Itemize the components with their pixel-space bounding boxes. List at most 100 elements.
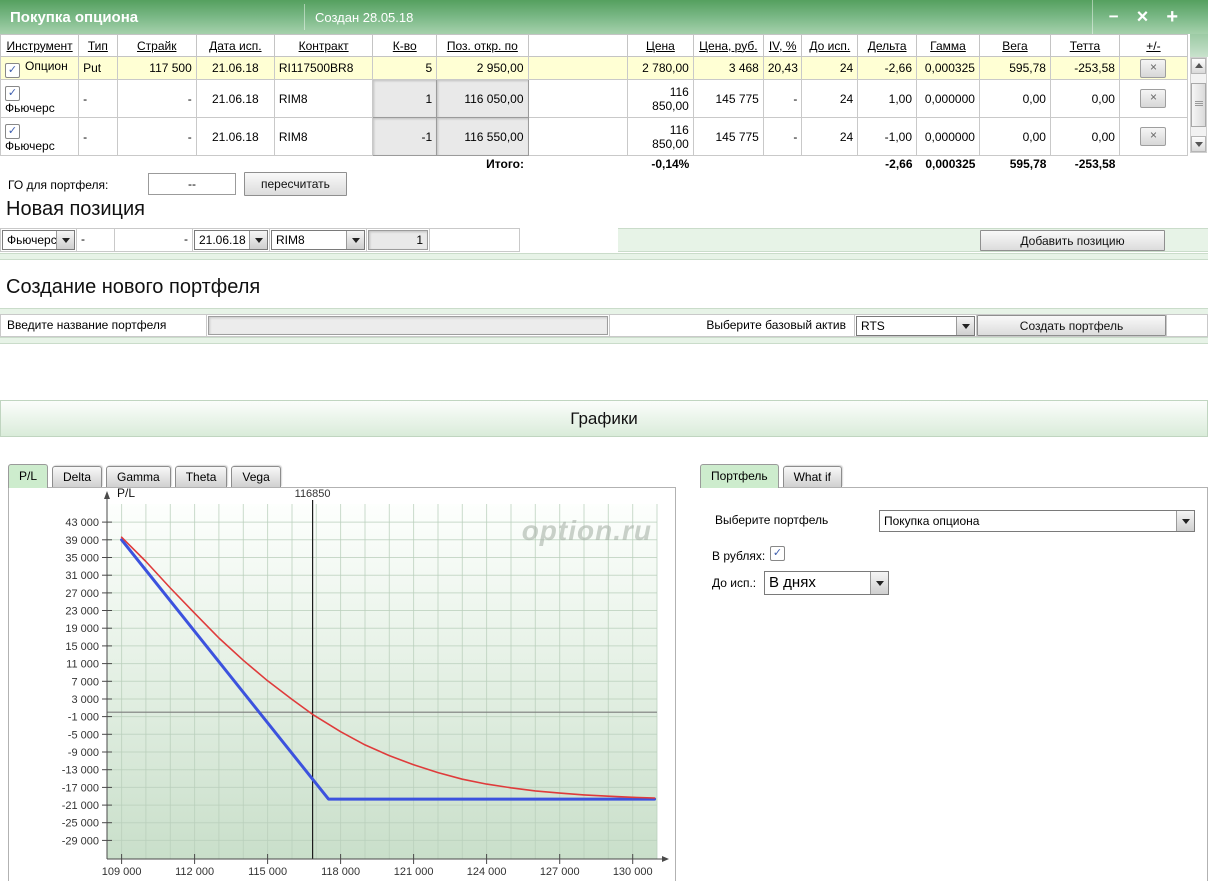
new-portfolio-heading: Создание нового портфеля	[6, 276, 261, 298]
y-tick-label: 7 000	[71, 676, 99, 688]
col-days[interactable]: До исп.	[801, 34, 859, 57]
tab-pl[interactable]: P/L	[8, 464, 49, 488]
pl-chart: 43 000 39 000 35 000 31 000 27 000 23 000 19 0…	[62, 488, 669, 878]
create-portfolio-button[interactable]: Создать портфель	[977, 315, 1166, 336]
tab-vega[interactable]: Vega	[231, 466, 281, 487]
settings-tabs: Портфель What if	[700, 463, 1208, 488]
y-tick-label: -9 000	[68, 747, 99, 759]
margin-value-field[interactable]: --	[148, 173, 236, 195]
row-checkbox[interactable]: ✓	[5, 86, 20, 101]
y-tick-label: 11 000	[66, 659, 99, 671]
base-asset-label: Выберите базовый актив	[610, 314, 855, 337]
col-delta[interactable]: Дельта	[857, 34, 918, 57]
axis-title: P/L	[117, 488, 135, 500]
cell-delta: -1,00	[857, 117, 918, 156]
totals-vega: 595,78	[979, 155, 1051, 171]
recalculate-button[interactable]: пересчитать	[244, 172, 347, 196]
x-tick-label: 130 000	[613, 866, 653, 878]
portfolio-select-wrap: Покупка опциона	[878, 509, 1196, 532]
cell-type: Put	[78, 56, 118, 80]
col-price[interactable]: Цена	[626, 34, 694, 57]
col-contract[interactable]: Контракт	[273, 34, 374, 57]
instrument-label: Фьючерс	[5, 139, 55, 153]
table-row: ✓ Фьючерс - - 21.06.18 RIM8 -1 116 550,00…	[0, 117, 1189, 156]
col-spacer	[527, 34, 628, 57]
col-instrument[interactable]: Инструмент	[0, 34, 80, 57]
x-tick-label: 121 000	[394, 866, 434, 878]
add-position-button[interactable]: Добавить позицию	[980, 230, 1165, 251]
scroll-down-icon[interactable]	[1191, 136, 1206, 152]
dropdown-button[interactable]	[870, 572, 888, 594]
cell-vega: 0,00	[978, 79, 1051, 118]
check-icon: ✓	[7, 124, 18, 137]
totals-empty	[1119, 155, 1188, 171]
col-qty[interactable]: К-во	[372, 34, 438, 57]
col-plusminus: +/-	[1118, 34, 1189, 57]
col-iv[interactable]: IV, %	[762, 34, 803, 57]
rub-checkbox[interactable]: ✓	[770, 546, 785, 561]
tab-what-if[interactable]: What if	[782, 466, 842, 487]
cell-instrument: ✓ Фьючерс	[0, 79, 80, 118]
col-vega[interactable]: Вега	[978, 34, 1051, 57]
open-price-input[interactable]: 116 050,00	[436, 79, 529, 118]
col-type[interactable]: Тип	[78, 34, 118, 57]
rub-label: В рублях:	[712, 549, 766, 563]
exp-date-select[interactable]: 21.06.18	[194, 230, 268, 250]
delete-position-button[interactable]: ×	[1140, 127, 1167, 146]
cell-vega: 0,00	[978, 117, 1051, 156]
y-tick-label: 39 000	[65, 535, 99, 547]
col-theta[interactable]: Тетта	[1049, 34, 1120, 57]
row-checkbox[interactable]: ✓	[5, 124, 20, 139]
totals-row: Итого: -0,14% -2,66 0,000325 595,78 -253…	[0, 155, 1188, 171]
dropdown-button[interactable]	[1176, 511, 1194, 531]
y-tick-label: 31 000	[65, 570, 99, 582]
tab-theta[interactable]: Theta	[174, 466, 228, 487]
portfolio-select-value: Покупка опциона	[884, 514, 980, 528]
delete-position-button[interactable]: ×	[1140, 58, 1167, 78]
chevron-down-icon	[875, 580, 884, 586]
scrollbar-thumb[interactable]	[1191, 83, 1206, 127]
minimize-icon[interactable]: −	[1109, 0, 1119, 34]
instrument-select[interactable]: Фьючерс	[2, 230, 75, 250]
col-strike[interactable]: Страйк	[116, 34, 197, 57]
chevron-down-icon	[961, 323, 970, 329]
x-tick-label: 124 000	[467, 866, 507, 878]
cell-strike: -	[116, 117, 197, 156]
tab-delta[interactable]: Delta	[52, 466, 103, 487]
base-asset-select[interactable]: RTS	[856, 316, 975, 336]
col-open-price[interactable]: Поз. откр. по	[436, 34, 529, 57]
dropdown-button[interactable]	[956, 317, 974, 335]
contract-select[interactable]: RIM8	[271, 230, 365, 250]
instrument-select-value: Фьючерс	[7, 233, 56, 247]
dropdown-button[interactable]	[346, 231, 364, 249]
y-tick-label: 15 000	[65, 641, 99, 653]
dropdown-button[interactable]	[249, 231, 267, 249]
add-icon[interactable]: +	[1166, 0, 1178, 34]
delete-position-button[interactable]: ×	[1140, 89, 1167, 108]
date-cell: 21.06.18	[193, 228, 270, 252]
qty-input[interactable]: -1	[372, 117, 438, 156]
check-icon: ✓	[7, 86, 18, 99]
row-checkbox[interactable]: ✓	[5, 62, 20, 78]
margin-label: ГО для портфеля:	[8, 178, 109, 192]
portfolio-select[interactable]: Покупка опциона	[879, 510, 1195, 532]
col-gamma[interactable]: Гамма	[916, 34, 980, 57]
tab-gamma[interactable]: Gamma	[106, 466, 171, 487]
qty-input[interactable]: 1	[368, 230, 428, 250]
open-price-input[interactable]: 116 550,00	[436, 117, 529, 156]
scroll-up-icon[interactable]	[1191, 58, 1206, 74]
tab-portfolio[interactable]: Портфель	[700, 464, 779, 488]
totals-theta: -253,58	[1050, 155, 1120, 171]
dropdown-button[interactable]	[56, 231, 74, 249]
col-exp-date[interactable]: Дата исп.	[195, 34, 275, 57]
portfolio-title: Покупка опциона	[10, 8, 139, 26]
col-price-rub[interactable]: Цена, руб.	[692, 34, 764, 57]
table-scrollbar[interactable]	[1190, 57, 1207, 153]
qty-input[interactable]: 1	[372, 79, 438, 118]
x-tick-label: 109 000	[102, 866, 142, 878]
close-icon[interactable]: ×	[1137, 0, 1149, 34]
table-row: ✓ Фьючерс - - 21.06.18 RIM8 1 116 050,00 …	[0, 79, 1189, 118]
cell-price-rub: 145 775	[692, 117, 764, 156]
days-select[interactable]: В днях	[764, 571, 889, 595]
portfolio-name-input[interactable]	[208, 316, 608, 335]
